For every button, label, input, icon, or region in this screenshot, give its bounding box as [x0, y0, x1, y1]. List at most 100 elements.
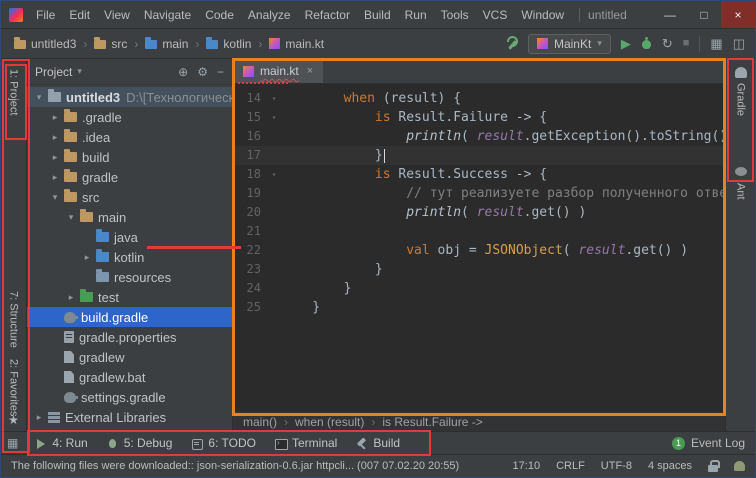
run-configuration-select[interactable]: MainKt ▾ — [528, 34, 611, 54]
tool-button-ant[interactable]: Ant — [735, 183, 747, 200]
fold-marker-icon[interactable]: ▾ — [267, 165, 281, 184]
line-number[interactable]: 16 — [233, 127, 267, 146]
code-editor[interactable]: 14▾ when (result) {15▾ is Result.Failure… — [233, 84, 725, 411]
line-number[interactable]: 19 — [233, 184, 267, 203]
menu-run[interactable]: Run — [398, 8, 434, 22]
tree-item-resources[interactable]: resources — [27, 267, 232, 287]
close-icon[interactable]: × — [307, 65, 313, 77]
line-number[interactable]: 22 — [233, 241, 267, 260]
line-number[interactable]: 15 — [233, 108, 267, 127]
tool-button-terminal[interactable]: Terminal — [266, 434, 345, 452]
tree-item-settings-gradle[interactable]: settings.gradle — [27, 387, 232, 407]
breadcrumb-src[interactable]: src — [91, 36, 130, 52]
run-button[interactable]: ▶ — [621, 37, 631, 50]
tree-item-build[interactable]: ▸build — [27, 147, 232, 167]
menu-window[interactable]: Window — [514, 8, 571, 22]
tree-item-main[interactable]: ▾main — [27, 207, 232, 227]
tree-item-gradlew-bat[interactable]: gradlew.bat — [27, 367, 232, 387]
tree-item-java[interactable]: java — [27, 227, 232, 247]
chevron-right-icon[interactable]: ▸ — [49, 112, 61, 123]
fold-marker-icon[interactable]: ▾ — [267, 108, 281, 127]
chevron-down-icon[interactable]: ▾ — [65, 212, 77, 223]
chevron-right-icon[interactable]: ▸ — [49, 132, 61, 143]
tree-item-idea[interactable]: ▸.idea — [27, 127, 232, 147]
tree-item-src[interactable]: ▾src — [27, 187, 232, 207]
tool-button-gradle[interactable]: Gradle — [735, 83, 747, 116]
menu-refactor[interactable]: Refactor — [298, 8, 357, 22]
menu-build[interactable]: Build — [357, 8, 398, 22]
line-number[interactable]: 14 — [233, 89, 267, 108]
menu-code[interactable]: Code — [198, 8, 241, 22]
chevron-right-icon[interactable]: ▸ — [33, 412, 45, 423]
chevron-right-icon[interactable]: ▸ — [81, 252, 93, 263]
tool-button-6-todo[interactable]: 6: TODO — [182, 434, 264, 452]
locate-icon[interactable]: ⊕ — [178, 65, 188, 79]
collapse-icon[interactable]: − — [217, 65, 224, 79]
debug-button[interactable] — [641, 37, 652, 50]
breadcrumb-main[interactable]: main — [142, 36, 191, 52]
breadcrumb-main-kt[interactable]: main.kt — [266, 36, 327, 52]
gear-icon[interactable]: ⚙ — [197, 65, 208, 79]
tool-window-switcher-icon[interactable]: ▦ — [7, 436, 18, 450]
line-number[interactable]: 18 — [233, 165, 267, 184]
menu-navigate[interactable]: Navigate — [137, 8, 198, 22]
tool-button-1-project[interactable]: 1: Project — [8, 69, 20, 115]
tool-button-2-favorites[interactable]: 2: Favorites — [8, 359, 20, 416]
encoding-indicator[interactable]: UTF-8 — [601, 460, 632, 472]
line-number[interactable]: 25 — [233, 298, 267, 317]
tree-item-gradle[interactable]: ▸gradle — [27, 167, 232, 187]
close-button[interactable]: × — [721, 1, 755, 28]
line-number[interactable]: 23 — [233, 260, 267, 279]
wrench-icon[interactable] — [505, 37, 518, 50]
chevron-down-icon[interactable]: ▾ — [77, 66, 82, 77]
tree-item-kotlin[interactable]: ▸kotlin — [27, 247, 232, 267]
menu-vcs[interactable]: VCS — [476, 8, 515, 22]
stop-button[interactable]: ■ — [683, 38, 690, 49]
tool-button-build[interactable]: Build — [347, 434, 408, 452]
tree-item-untitled3[interactable]: ▾untitled3D:\[Технологический — [27, 87, 232, 107]
editor-breadcrumb-is-result-failure[interactable]: is Result.Failure -> — [382, 415, 482, 429]
fold-marker-icon[interactable]: ▾ — [267, 89, 281, 108]
line-number[interactable]: 17 — [233, 146, 267, 165]
caret-position[interactable]: 17:10 — [513, 460, 541, 472]
menu-view[interactable]: View — [97, 8, 137, 22]
tree-item-gradle[interactable]: ▸.gradle — [27, 107, 232, 127]
breadcrumb-untitled3[interactable]: untitled3 — [11, 36, 79, 52]
tree-item-external-libraries[interactable]: ▸External Libraries — [27, 407, 232, 427]
line-ending-indicator[interactable]: CRLF — [556, 460, 585, 472]
layout-grid-icon[interactable]: ▦ — [710, 37, 722, 50]
minimize-button[interactable]: — — [653, 1, 687, 28]
editor-breadcrumb-when-result[interactable]: when (result) — [295, 415, 364, 429]
maximize-button[interactable]: □ — [687, 1, 721, 28]
tree-item-build-gradle[interactable]: build.gradle — [27, 307, 232, 327]
tool-button-7-structure[interactable]: 7: Structure — [8, 291, 20, 348]
tool-button-5-debug[interactable]: 5: Debug — [98, 434, 181, 452]
gradle-status-icon[interactable] — [734, 461, 745, 471]
menu-tools[interactable]: Tools — [434, 8, 476, 22]
menu-analyze[interactable]: Analyze — [241, 8, 298, 22]
event-log-button[interactable]: 1 Event Log — [672, 436, 749, 450]
lock-icon[interactable] — [708, 460, 718, 472]
library-icon — [48, 412, 60, 423]
chevron-right-icon[interactable]: ▸ — [49, 172, 61, 183]
tab-main-kt[interactable]: main.kt × — [233, 59, 323, 83]
chevron-right-icon[interactable]: ▸ — [65, 292, 77, 303]
indent-indicator[interactable]: 4 spaces — [648, 460, 692, 472]
tree-item-gradlew[interactable]: gradlew — [27, 347, 232, 367]
line-number[interactable]: 20 — [233, 203, 267, 222]
chevron-down-icon[interactable]: ▾ — [33, 92, 45, 103]
line-number[interactable]: 24 — [233, 279, 267, 298]
project-panel-title[interactable]: Project — [35, 65, 72, 79]
layout-split-icon[interactable]: ◫ — [733, 37, 745, 50]
tool-button-4-run[interactable]: 4: Run — [26, 434, 95, 452]
chevron-right-icon[interactable]: ▸ — [49, 152, 61, 163]
breadcrumb-kotlin[interactable]: kotlin — [203, 36, 254, 52]
chevron-down-icon[interactable]: ▾ — [49, 192, 61, 203]
editor-breadcrumb-main[interactable]: main() — [243, 415, 277, 429]
tree-item-gradle-properties[interactable]: gradle.properties — [27, 327, 232, 347]
menu-edit[interactable]: Edit — [62, 8, 97, 22]
line-number[interactable]: 21 — [233, 222, 267, 241]
tree-item-test[interactable]: ▸test — [27, 287, 232, 307]
coverage-button[interactable]: ↻ — [662, 37, 673, 50]
menu-file[interactable]: File — [29, 8, 62, 22]
